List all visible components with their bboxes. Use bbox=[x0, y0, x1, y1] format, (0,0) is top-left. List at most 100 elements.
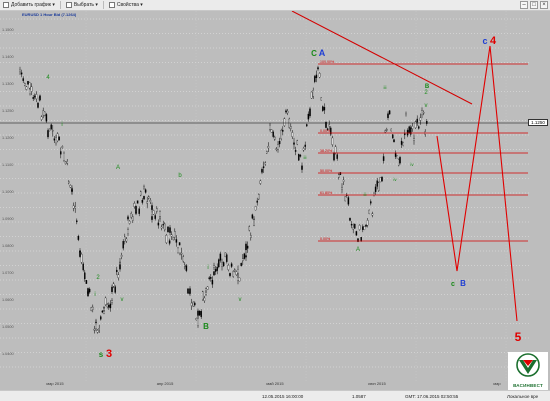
candle-body bbox=[170, 234, 173, 237]
candle-body bbox=[159, 218, 161, 220]
window-controls: – □ × bbox=[520, 1, 548, 9]
maximize-button[interactable]: □ bbox=[530, 1, 538, 9]
minimize-button[interactable]: – bbox=[520, 1, 528, 9]
candle-body bbox=[151, 216, 153, 220]
candle-body bbox=[165, 235, 168, 243]
candle-body bbox=[320, 97, 322, 101]
candle-body bbox=[168, 240, 171, 244]
symbol-label: EURUSD 1 Hour Bid (7.1264) bbox=[22, 12, 77, 17]
candle-body bbox=[250, 235, 252, 239]
candle-body bbox=[237, 269, 239, 274]
candle-body bbox=[100, 316, 102, 320]
candle-body bbox=[156, 208, 158, 212]
status-price: 1.0587 bbox=[352, 394, 366, 399]
candle-body bbox=[368, 209, 370, 214]
candle-body bbox=[68, 181, 70, 184]
candle-body bbox=[274, 136, 276, 140]
candle-body bbox=[366, 220, 369, 226]
candle-body bbox=[304, 144, 306, 147]
add-chart-button[interactable]: Добавить график ▾ bbox=[0, 0, 58, 11]
candle-body bbox=[80, 253, 83, 263]
candle-body bbox=[98, 328, 100, 330]
chart-canvas[interactable]: 100.00% 0.00% 38.20% 50.00% 61.80% 0.00% 4 i Ab… bbox=[0, 11, 550, 390]
candle-body bbox=[66, 161, 68, 164]
close-button[interactable]: × bbox=[540, 1, 548, 9]
candle-body bbox=[72, 205, 75, 209]
candle-body bbox=[202, 291, 204, 300]
wave-label-minor: 2 bbox=[424, 90, 428, 96]
candle-body bbox=[262, 166, 265, 168]
candle-body bbox=[267, 146, 270, 149]
candle-body bbox=[286, 110, 289, 114]
candle-body bbox=[354, 223, 356, 229]
candle-body bbox=[74, 206, 76, 209]
candle-body bbox=[213, 265, 215, 268]
properties-button[interactable]: Свойства ▾ bbox=[106, 0, 146, 11]
candle-body bbox=[213, 271, 215, 276]
properties-label: Свойства bbox=[116, 2, 139, 8]
price-axis-label: 1.0800 bbox=[2, 244, 14, 248]
candle-body bbox=[103, 307, 105, 311]
candle-body bbox=[371, 213, 374, 216]
candle-body bbox=[384, 130, 386, 133]
price-axis-label: 1.0400 bbox=[2, 352, 14, 356]
candle-body bbox=[314, 76, 316, 82]
candle-body bbox=[144, 189, 147, 193]
candle-body bbox=[141, 200, 144, 203]
candle-body bbox=[280, 130, 282, 140]
wave-label-minor: iii bbox=[384, 85, 387, 90]
wave-label-minor: v bbox=[121, 297, 124, 303]
candle-body bbox=[56, 133, 59, 142]
candle-body bbox=[382, 156, 385, 161]
candle-body bbox=[363, 226, 366, 230]
candle-body bbox=[341, 187, 343, 190]
fib-level-label: 100.00% bbox=[320, 60, 335, 64]
price-axis-label: 1.0600 bbox=[2, 298, 14, 302]
candle-body bbox=[96, 330, 99, 333]
candle-body bbox=[378, 182, 380, 191]
wave-label-cb-c: c bbox=[451, 281, 455, 288]
candle-body bbox=[208, 277, 210, 280]
candle-body bbox=[381, 176, 383, 182]
candle-body bbox=[392, 134, 394, 139]
candle-body bbox=[293, 142, 295, 145]
candle-body bbox=[53, 138, 56, 141]
select-label: Выбрать bbox=[73, 2, 95, 8]
candle-body bbox=[342, 179, 345, 182]
candle-body bbox=[185, 265, 188, 271]
candle-body bbox=[259, 180, 262, 184]
candle-body bbox=[154, 215, 156, 219]
price-chart[interactable]: 100.00% 0.00% 38.20% 50.00% 61.80% 0.00% 4 i Ab… bbox=[0, 11, 550, 390]
candle-body bbox=[128, 220, 131, 224]
candle-body bbox=[187, 288, 189, 294]
candle-body bbox=[127, 216, 129, 220]
candle-body bbox=[251, 214, 254, 219]
candle-body bbox=[365, 224, 367, 227]
wave-label-minor: i bbox=[61, 122, 62, 128]
candle-body bbox=[60, 151, 62, 155]
candle-body bbox=[88, 288, 91, 293]
candle-body bbox=[269, 124, 271, 130]
price-axis-label: 1.1250 bbox=[2, 109, 14, 113]
candle-body bbox=[278, 141, 281, 145]
wave-label-minor: 4 bbox=[46, 75, 50, 81]
candle-body bbox=[376, 180, 378, 187]
candle-body bbox=[61, 146, 64, 148]
candle-body bbox=[32, 97, 34, 99]
select-button[interactable]: Выбрать ▾ bbox=[63, 0, 101, 11]
candle-body bbox=[336, 154, 338, 159]
candle-body bbox=[50, 124, 52, 130]
candle-body bbox=[138, 208, 140, 214]
candle-body bbox=[125, 238, 128, 242]
candle-body bbox=[90, 307, 92, 311]
candle-body bbox=[283, 118, 286, 126]
toolbar-divider bbox=[59, 1, 61, 9]
candle-body bbox=[37, 102, 39, 108]
candle-body bbox=[127, 229, 129, 234]
wave-label-c4-num: 4 bbox=[490, 35, 497, 47]
candle-body bbox=[111, 300, 113, 303]
candle-body bbox=[143, 186, 145, 189]
candle-body bbox=[227, 264, 230, 270]
candle-body bbox=[229, 273, 231, 275]
candle-body bbox=[28, 82, 31, 89]
